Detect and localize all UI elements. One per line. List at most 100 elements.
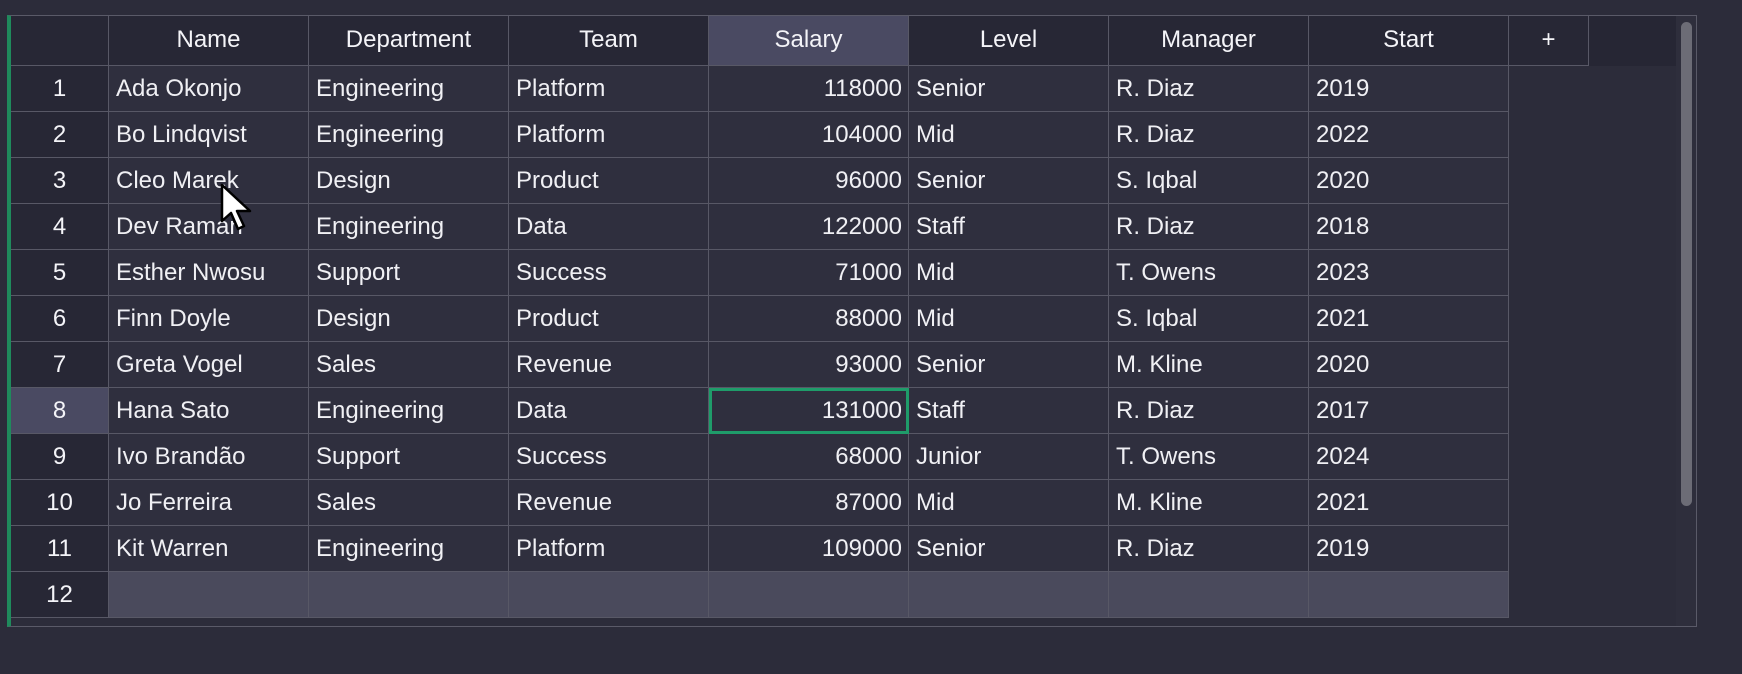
table-cell[interactable]: 104000 xyxy=(709,112,909,158)
column-header-manager[interactable]: Manager xyxy=(1109,16,1309,66)
table-cell[interactable]: M. Kline xyxy=(1109,342,1309,388)
column-header-start[interactable]: Start xyxy=(1309,16,1509,66)
table-cell[interactable]: Revenue xyxy=(509,480,709,526)
row-header[interactable]: 7 xyxy=(11,342,109,388)
column-header-team[interactable]: Team xyxy=(509,16,709,66)
table-cell[interactable]: 71000 xyxy=(709,250,909,296)
table-cell[interactable]: Kit Warren xyxy=(109,526,309,572)
table-cell[interactable] xyxy=(909,572,1109,618)
table-cell[interactable]: Success xyxy=(509,434,709,480)
table-cell[interactable]: 2020 xyxy=(1309,158,1509,204)
row-header[interactable]: 8 xyxy=(11,388,109,434)
table-cell[interactable]: Hana Sato xyxy=(109,388,309,434)
table-cell[interactable] xyxy=(109,572,309,618)
table-cell[interactable]: Bo Lindqvist xyxy=(109,112,309,158)
table-cell[interactable]: Mid xyxy=(909,296,1109,342)
vertical-scrollbar[interactable] xyxy=(1676,16,1696,626)
table-cell[interactable]: Platform xyxy=(509,66,709,112)
table-cell[interactable]: Mid xyxy=(909,480,1109,526)
row-header[interactable]: 2 xyxy=(11,112,109,158)
table-cell[interactable]: 87000 xyxy=(709,480,909,526)
table-cell[interactable]: Platform xyxy=(509,526,709,572)
add-column-button[interactable]: + xyxy=(1509,16,1589,66)
table-cell[interactable]: Senior xyxy=(909,342,1109,388)
table-cell[interactable]: Engineering xyxy=(309,112,509,158)
column-header-department[interactable]: Department xyxy=(309,16,509,66)
table-cell[interactable] xyxy=(309,572,509,618)
table-cell[interactable]: Data xyxy=(509,388,709,434)
table-cell[interactable]: Sales xyxy=(309,342,509,388)
table-cell[interactable]: Design xyxy=(309,296,509,342)
row-header[interactable]: 11 xyxy=(11,526,109,572)
table-cell[interactable]: 2017 xyxy=(1309,388,1509,434)
table-cell[interactable]: 2021 xyxy=(1309,480,1509,526)
table-cell[interactable]: 2018 xyxy=(1309,204,1509,250)
table-cell[interactable]: 131000 xyxy=(709,388,909,434)
table-cell[interactable]: Sales xyxy=(309,480,509,526)
table-cell[interactable]: Engineering xyxy=(309,204,509,250)
row-header[interactable]: 3 xyxy=(11,158,109,204)
table-cell[interactable]: Platform xyxy=(509,112,709,158)
row-header[interactable]: 12 xyxy=(11,572,109,618)
table-cell[interactable]: Junior xyxy=(909,434,1109,480)
table-cell[interactable]: Cleo Marek xyxy=(109,158,309,204)
row-header[interactable]: 4 xyxy=(11,204,109,250)
table-cell[interactable]: Engineering xyxy=(309,66,509,112)
table-cell[interactable]: Greta Vogel xyxy=(109,342,309,388)
table-cell[interactable]: Esther Nwosu xyxy=(109,250,309,296)
table-cell[interactable]: Jo Ferreira xyxy=(109,480,309,526)
table-cell[interactable]: T. Owens xyxy=(1109,434,1309,480)
table-cell[interactable]: R. Diaz xyxy=(1109,526,1309,572)
table-cell[interactable]: Revenue xyxy=(509,342,709,388)
table-cell[interactable]: Mid xyxy=(909,112,1109,158)
table-cell[interactable]: Product xyxy=(509,296,709,342)
table-cell[interactable]: 96000 xyxy=(709,158,909,204)
table-cell[interactable]: 68000 xyxy=(709,434,909,480)
table-cell[interactable] xyxy=(709,572,909,618)
table-cell[interactable]: Dev Raman xyxy=(109,204,309,250)
table-cell[interactable]: R. Diaz xyxy=(1109,204,1309,250)
table-cell[interactable]: 122000 xyxy=(709,204,909,250)
table-cell[interactable]: Mid xyxy=(909,250,1109,296)
table-cell[interactable]: Senior xyxy=(909,66,1109,112)
table-cell[interactable] xyxy=(509,572,709,618)
row-header[interactable]: 10 xyxy=(11,480,109,526)
column-header-level[interactable]: Level xyxy=(909,16,1109,66)
table-cell[interactable]: Finn Doyle xyxy=(109,296,309,342)
row-header[interactable]: 6 xyxy=(11,296,109,342)
column-header-salary[interactable]: Salary xyxy=(709,16,909,66)
table-cell[interactable]: Senior xyxy=(909,526,1109,572)
column-header-name[interactable]: Name xyxy=(109,16,309,66)
table-cell[interactable]: Ada Okonjo xyxy=(109,66,309,112)
table-cell[interactable]: Ivo Brandão xyxy=(109,434,309,480)
table-cell[interactable]: 2021 xyxy=(1309,296,1509,342)
table-cell[interactable]: Engineering xyxy=(309,388,509,434)
table-cell[interactable]: Data xyxy=(509,204,709,250)
table-cell[interactable]: 2024 xyxy=(1309,434,1509,480)
table-cell[interactable]: R. Diaz xyxy=(1109,112,1309,158)
table-cell[interactable]: Support xyxy=(309,434,509,480)
table-cell[interactable]: 2019 xyxy=(1309,526,1509,572)
table-cell[interactable]: S. Iqbal xyxy=(1109,296,1309,342)
table-cell[interactable]: 118000 xyxy=(709,66,909,112)
table-cell[interactable]: T. Owens xyxy=(1109,250,1309,296)
table-cell[interactable]: M. Kline xyxy=(1109,480,1309,526)
row-header[interactable]: 1 xyxy=(11,66,109,112)
table-cell[interactable]: Support xyxy=(309,250,509,296)
row-header[interactable]: 9 xyxy=(11,434,109,480)
table-cell[interactable] xyxy=(1109,572,1309,618)
row-header[interactable]: 5 xyxy=(11,250,109,296)
table-cell[interactable]: Engineering xyxy=(309,526,509,572)
table-cell[interactable]: Staff xyxy=(909,204,1109,250)
table-cell[interactable]: 2022 xyxy=(1309,112,1509,158)
scrollbar-thumb[interactable] xyxy=(1681,22,1692,506)
table-cell[interactable]: R. Diaz xyxy=(1109,388,1309,434)
table-cell[interactable]: Staff xyxy=(909,388,1109,434)
table-cell[interactable]: Product xyxy=(509,158,709,204)
table-cell[interactable]: 2020 xyxy=(1309,342,1509,388)
select-all-corner[interactable] xyxy=(11,16,109,66)
table-cell[interactable]: 2023 xyxy=(1309,250,1509,296)
table-cell[interactable]: 93000 xyxy=(709,342,909,388)
table-cell[interactable]: R. Diaz xyxy=(1109,66,1309,112)
table-cell[interactable]: 2019 xyxy=(1309,66,1509,112)
